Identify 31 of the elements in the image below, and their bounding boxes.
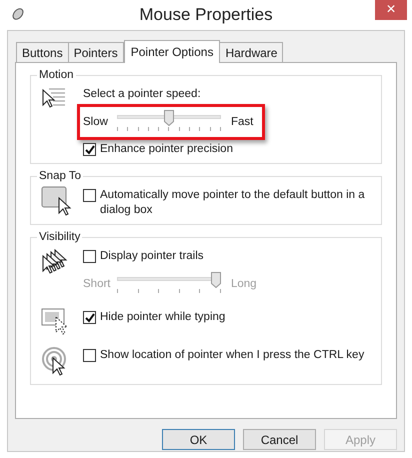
mouse-icon — [10, 6, 26, 20]
group-title: Motion — [38, 68, 75, 83]
check-icon — [84, 312, 94, 322]
tab[interactable]: Hardware — [219, 42, 284, 62]
checkbox[interactable] — [83, 311, 96, 324]
checkbox-label: Show location of pointer when I press the CTRL key — [100, 348, 364, 363]
checkbox[interactable] — [83, 250, 96, 263]
slider-min-label: Short — [83, 277, 112, 291]
checkbox[interactable] — [83, 189, 96, 202]
slider-thumb — [164, 110, 174, 126]
check-icon — [84, 144, 94, 154]
dialog-button[interactable]: OK — [162, 429, 235, 450]
checkbox-label: Automatically move pointer to the default button in a dialog box — [100, 188, 366, 218]
checkbox-label: Display pointer trails — [100, 249, 204, 264]
dialog-button[interactable]: Cancel — [243, 429, 316, 450]
slider-max-label: Fast — [231, 115, 254, 129]
group-title: Visibility — [38, 230, 82, 245]
checkbox-label: Hide pointer while typing — [100, 310, 226, 325]
tab[interactable]: Pointers — [68, 42, 124, 62]
window-title: Mouse Properties — [139, 4, 273, 26]
slider-min-label: Slow — [83, 115, 109, 129]
slider[interactable] — [117, 110, 221, 134]
checkbox[interactable] — [83, 143, 96, 156]
prompt-label: Select a pointer speed: — [83, 87, 202, 102]
close-button[interactable]: × — [375, 0, 407, 20]
tab[interactable]: Pointer Options — [124, 40, 220, 63]
checkbox-label: Enhance pointer precision — [100, 142, 233, 157]
slider-max-label: Long — [231, 277, 257, 291]
group-title: Snap To — [38, 169, 82, 184]
tab[interactable]: Buttons — [16, 42, 69, 62]
checkbox[interactable] — [83, 349, 96, 362]
